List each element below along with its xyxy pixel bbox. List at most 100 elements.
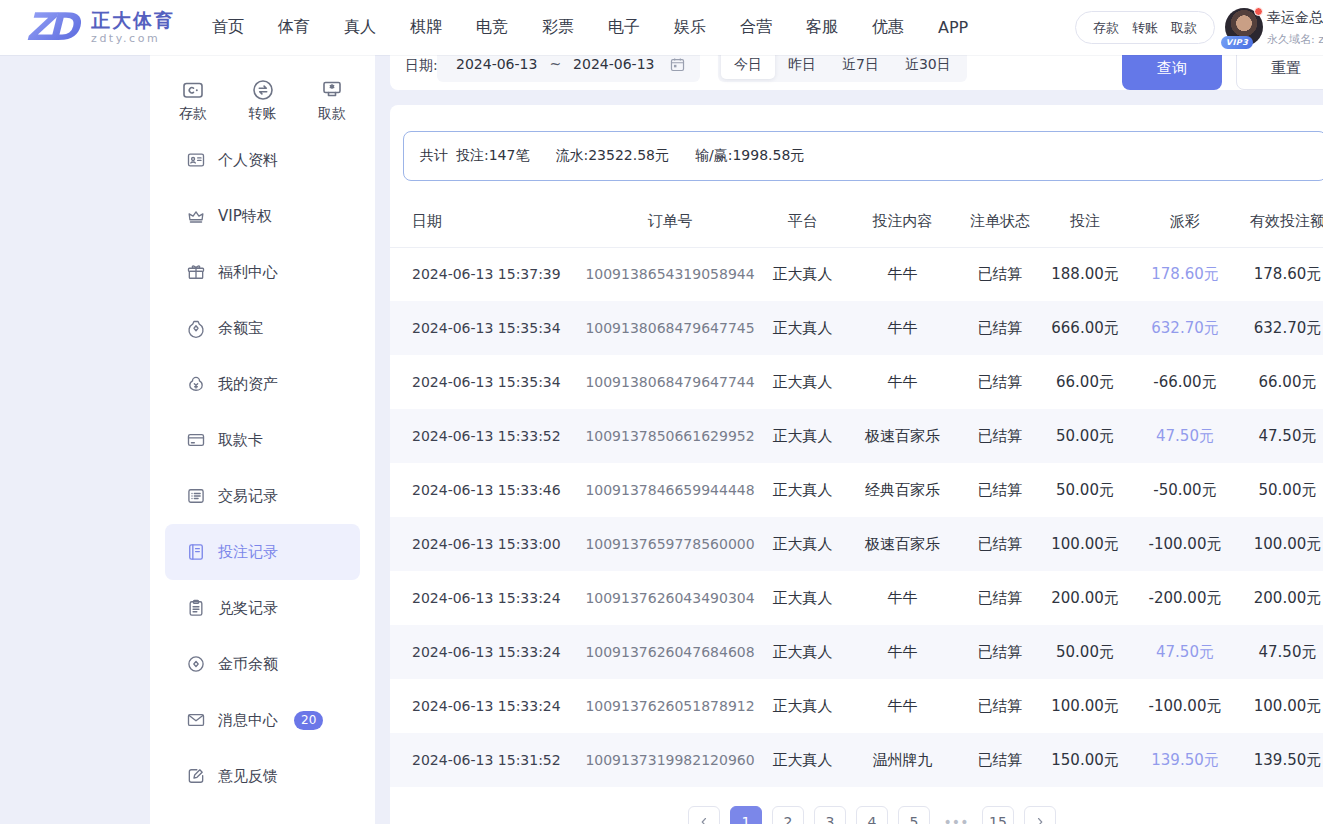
nav-item-10[interactable]: 优惠	[872, 17, 904, 38]
sidebar-item-vip[interactable]: VIP特权	[150, 188, 375, 244]
cell-content: 经典百家乐	[840, 463, 965, 517]
cell-order: 1009137626047684608	[575, 625, 765, 679]
cell-platform: 正大真人	[765, 247, 840, 301]
table-header-row: 日期订单号平台投注内容注单状态投注派彩有效投注额	[390, 197, 1323, 247]
next-page-button[interactable]	[1024, 806, 1056, 824]
nav-item-11[interactable]: APP	[938, 18, 968, 37]
prev-page-button[interactable]	[688, 806, 720, 824]
cell-platform: 正大真人	[765, 463, 840, 517]
sidebar-item-coin-balance[interactable]: 金币余额	[150, 636, 375, 692]
sidebar-item-yuebao[interactable]: 余额宝	[150, 300, 375, 356]
brand-logo-icon: ZD	[26, 5, 82, 49]
page-button-4[interactable]: 4	[856, 806, 888, 824]
wallet-actions: 存款转账取款	[1075, 11, 1215, 44]
nav-item-8[interactable]: 合营	[740, 17, 772, 38]
coin-pouch-icon	[186, 318, 206, 338]
nav-item-5[interactable]: 彩票	[542, 17, 574, 38]
summary-label: 共计	[420, 147, 448, 165]
cell-valid: 100.00元	[1235, 517, 1323, 571]
column-header-4: 注单状态	[965, 197, 1035, 247]
cell-date: 2024-06-13 15:33:00	[390, 517, 575, 571]
cell-content: 牛牛	[840, 679, 965, 733]
cell-bet: 200.00元	[1035, 571, 1135, 625]
feedback-icon	[186, 766, 206, 786]
page-button-1[interactable]: 1	[730, 806, 762, 824]
cell-status: 已结算	[965, 625, 1035, 679]
cell-date: 2024-06-13 15:33:46	[390, 463, 575, 517]
cell-content: 牛牛	[840, 247, 965, 301]
cell-platform: 正大真人	[765, 679, 840, 733]
column-header-5: 投注	[1035, 197, 1135, 247]
column-header-2: 平台	[765, 197, 840, 247]
cell-valid: 100.00元	[1235, 679, 1323, 733]
table-row: 2024-06-13 15:37:391009138654319058944正大…	[390, 247, 1323, 301]
coin-icon	[186, 654, 206, 674]
cell-status: 已结算	[965, 571, 1035, 625]
cell-valid: 47.50元	[1235, 409, 1323, 463]
cell-order: 1009137626043490304	[575, 571, 765, 625]
sidebar-item-messages[interactable]: 消息中心20	[150, 692, 375, 748]
cell-platform: 正大真人	[765, 517, 840, 571]
cell-platform: 正大真人	[765, 625, 840, 679]
table-row: 2024-06-13 15:31:521009137319982120960正大…	[390, 733, 1323, 787]
brand-logo[interactable]: ZD 正大体育 zdty.com	[26, 5, 175, 49]
sidebar-item-transactions[interactable]: 交易记录	[150, 468, 375, 524]
nav-item-2[interactable]: 真人	[344, 17, 376, 38]
nav-item-7[interactable]: 娱乐	[674, 17, 706, 38]
nav-item-3[interactable]: 棋牌	[410, 17, 442, 38]
user-name: 幸运金总	[1267, 9, 1323, 27]
wallet-action-2[interactable]: 取款	[1171, 19, 1197, 37]
cell-payout: 178.60元	[1135, 247, 1235, 301]
user-info[interactable]: 幸运金总 永久域名: z	[1267, 9, 1323, 47]
date-from: 2024-06-13	[456, 56, 537, 72]
sidebar-item-welfare[interactable]: 福利中心	[150, 244, 375, 300]
cell-bet: 50.00元	[1035, 409, 1135, 463]
table-row: 2024-06-13 15:33:241009137626043490304正大…	[390, 571, 1323, 625]
cell-bet: 150.00元	[1035, 733, 1135, 787]
sidebar-item-feedback[interactable]: 意见反馈	[150, 748, 375, 804]
page-button-15[interactable]: 15	[982, 806, 1014, 824]
cell-date: 2024-06-13 15:33:24	[390, 625, 575, 679]
cell-payout: 47.50元	[1135, 625, 1235, 679]
page-button-3[interactable]: 3	[814, 806, 846, 824]
wallet-action-0[interactable]: 存款	[1093, 19, 1119, 37]
cell-date: 2024-06-13 15:35:34	[390, 301, 575, 355]
bank-card-icon	[186, 430, 206, 450]
sidebar-item-assets[interactable]: 我的资产	[150, 356, 375, 412]
bet-records-table: 日期订单号平台投注内容注单状态投注派彩有效投注额 2024-06-13 15:3…	[390, 197, 1323, 787]
sidebar-item-redeem-records[interactable]: 兑奖记录	[150, 580, 375, 636]
sidebar-quick-withdraw[interactable]: 取款	[304, 78, 360, 123]
pagination: 12345•••15	[390, 806, 1323, 824]
atm-icon	[320, 78, 344, 102]
id-card-icon	[186, 150, 206, 170]
nav-item-1[interactable]: 体育	[278, 17, 310, 38]
cell-valid: 632.70元	[1235, 301, 1323, 355]
nav-item-4[interactable]: 电竞	[476, 17, 508, 38]
sidebar-quick-transfer[interactable]: 转账	[235, 78, 291, 123]
cell-bet: 66.00元	[1035, 355, 1135, 409]
sidebar-item-withdraw-card[interactable]: 取款卡	[150, 412, 375, 468]
nav-item-0[interactable]: 首页	[212, 17, 244, 38]
user-avatar[interactable]: VIP3	[1225, 8, 1263, 46]
nav-item-6[interactable]: 电子	[608, 17, 640, 38]
nav-item-9[interactable]: 客服	[806, 17, 838, 38]
sidebar-quick-deposit[interactable]: 存款	[165, 78, 221, 123]
notebook-icon	[186, 542, 206, 562]
cell-date: 2024-06-13 15:33:24	[390, 679, 575, 733]
sidebar-item-bet-records[interactable]: 投注记录	[165, 524, 360, 580]
cell-bet: 100.00元	[1035, 679, 1135, 733]
list-icon	[186, 486, 206, 506]
table-row: 2024-06-13 15:33:461009137846659944448正大…	[390, 463, 1323, 517]
page-button-2[interactable]: 2	[772, 806, 804, 824]
cell-platform: 正大真人	[765, 733, 840, 787]
clipboard-icon	[186, 598, 206, 618]
cell-payout: 632.70元	[1135, 301, 1235, 355]
wallet-action-1[interactable]: 转账	[1132, 19, 1158, 37]
cell-status: 已结算	[965, 247, 1035, 301]
cell-status: 已结算	[965, 463, 1035, 517]
cell-bet: 666.00元	[1035, 301, 1135, 355]
crown-icon	[186, 206, 206, 226]
page-button-5[interactable]: 5	[898, 806, 930, 824]
sidebar-item-profile[interactable]: 个人资料	[150, 132, 375, 188]
cell-payout: -50.00元	[1135, 463, 1235, 517]
